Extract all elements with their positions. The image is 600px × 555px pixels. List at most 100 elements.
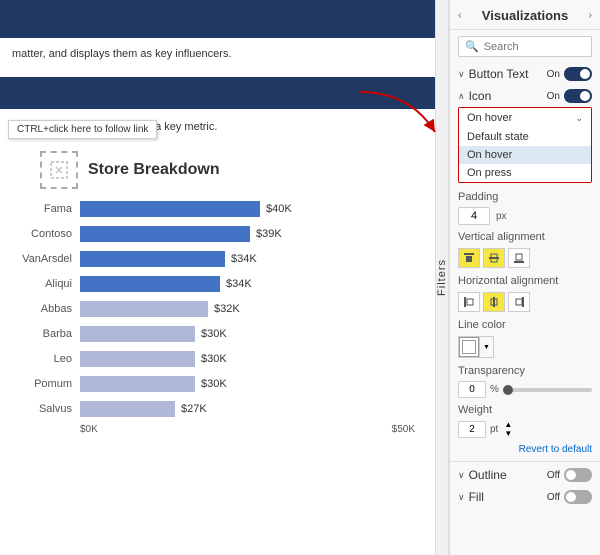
dropdown-option-hover[interactable]: On hover <box>459 146 591 164</box>
line-color-label: Line color <box>450 315 600 333</box>
dropdown-selected: On hover <box>467 112 512 124</box>
color-swatch[interactable] <box>459 337 479 357</box>
transparency-slider-track[interactable] <box>503 388 592 392</box>
text-area-1: matter, and displays them as key influen… <box>0 38 435 71</box>
outline-chevron: ∨ <box>458 470 465 481</box>
outline-toggle[interactable] <box>564 468 592 482</box>
align-middle-btn[interactable] <box>483 248 505 268</box>
bar-value: $39K <box>256 228 282 240</box>
align-top-btn[interactable] <box>458 248 480 268</box>
icon-section[interactable]: ∧ Icon On <box>450 85 600 107</box>
dropdown-arrow-icon: ⌄ <box>575 113 583 124</box>
dropdown-header[interactable]: On hover ⌄ <box>459 108 591 128</box>
weight-spinner[interactable]: ▲ ▼ <box>504 420 512 438</box>
icon-chevron: ∧ <box>458 91 465 102</box>
bar-container: $27K <box>80 401 415 417</box>
bar-value: $40K <box>266 203 292 215</box>
filters-tab[interactable]: Filters <box>435 0 449 555</box>
text1: matter, and displays them as key influen… <box>12 48 232 60</box>
fill-section[interactable]: ∨ Fill Off <box>450 486 600 508</box>
search-box[interactable]: 🔍 <box>458 36 592 57</box>
bar-row: Aliqui$34K <box>80 274 415 294</box>
right-panel: ‹ Visualizations › 🔍 ∨ Button Text On ∧ … <box>449 0 600 555</box>
bar-value: $30K <box>201 378 227 390</box>
color-btn-group[interactable]: ▼ <box>458 336 494 358</box>
visualizations-header: ‹ Visualizations › <box>450 0 600 30</box>
button-text-section[interactable]: ∨ Button Text On <box>450 63 600 85</box>
weight-down-icon[interactable]: ▼ <box>504 429 512 438</box>
bar-label: Fama <box>15 203 80 215</box>
tooltip-box[interactable]: CTRL+click here to follow link <box>8 120 157 139</box>
padding-row: px <box>450 205 600 227</box>
bar-value: $30K <box>201 353 227 365</box>
bar-fill <box>80 201 260 217</box>
fill-toggle[interactable] <box>564 490 592 504</box>
transparency-input[interactable] <box>458 381 486 398</box>
bar-row: VanArsdel$34K <box>80 249 415 269</box>
bar-label: Pomum <box>15 378 80 390</box>
bar-label: Leo <box>15 353 80 365</box>
bar-container: $40K <box>80 201 415 217</box>
bar-row: Barba$30K <box>80 324 415 344</box>
blue-bar-top <box>0 0 435 38</box>
axis-label-end: $50K <box>392 424 415 435</box>
bar-label: Abbas <box>15 303 80 315</box>
button-text-label: Button Text <box>469 67 547 81</box>
bar-value: $34K <box>226 278 252 290</box>
dropdown-option-default[interactable]: Default state <box>459 128 591 146</box>
padding-label: Padding <box>450 187 600 205</box>
fill-chevron: ∨ <box>458 492 465 503</box>
filters-label: Filters <box>436 259 448 296</box>
align-bottom-btn[interactable] <box>508 248 530 268</box>
bar-chart: Fama$40KContoso$39KVanArsdel$34KAliqui$3… <box>10 199 425 419</box>
transparency-unit: % <box>490 384 499 395</box>
bar-fill <box>80 326 195 342</box>
transparency-label: Transparency <box>450 361 600 379</box>
align-center-btn[interactable] <box>483 292 505 312</box>
bar-value: $30K <box>201 328 227 340</box>
chart-icon <box>40 151 78 189</box>
button-text-toggle[interactable] <box>564 67 592 81</box>
bar-container: $30K <box>80 376 415 392</box>
forward-chevron-icon[interactable]: › <box>589 10 592 21</box>
align-left-btn[interactable] <box>458 292 480 312</box>
icon-toggle-container: On <box>547 89 592 103</box>
align-right-btn[interactable] <box>508 292 530 312</box>
dropdown-option-press[interactable]: On press <box>459 164 591 182</box>
visualizations-title: Visualizations <box>482 8 568 23</box>
bar-row: Fama$40K <box>80 199 415 219</box>
vertical-alignment-label: Vertical alignment <box>450 227 600 245</box>
bar-label: Salvus <box>15 403 80 415</box>
search-icon: 🔍 <box>465 40 479 53</box>
chart-title-row: Store Breakdown <box>10 151 425 189</box>
icon-dropdown[interactable]: On hover ⌄ Default state On hover On pre… <box>458 107 592 183</box>
padding-input[interactable] <box>458 207 490 225</box>
bar-value: $34K <box>231 253 257 265</box>
outline-section[interactable]: ∨ Outline Off <box>450 464 600 486</box>
bar-value: $32K <box>214 303 240 315</box>
back-chevron-icon[interactable]: ‹ <box>458 10 461 21</box>
icon-toggle[interactable] <box>564 89 592 103</box>
bar-row: Contoso$39K <box>80 224 415 244</box>
bar-container: $30K <box>80 351 415 367</box>
bar-label: VanArsdel <box>15 253 80 265</box>
axis-row: $0K $50K <box>10 424 425 435</box>
weight-input[interactable] <box>458 421 486 438</box>
padding-unit: px <box>496 211 507 222</box>
weight-up-icon[interactable]: ▲ <box>504 420 512 429</box>
button-text-toggle-container: On <box>547 67 592 81</box>
bar-fill <box>80 401 175 417</box>
fill-label: Fill <box>469 490 547 504</box>
axis-label-start: $0K <box>80 424 98 435</box>
vertical-alignment-row <box>450 245 600 271</box>
color-dropdown-btn[interactable]: ▼ <box>479 337 493 357</box>
icon-label: Icon <box>469 89 547 103</box>
search-input[interactable] <box>484 41 585 53</box>
revert-row: Revert to default <box>450 440 600 459</box>
transparency-slider-thumb[interactable] <box>503 385 513 395</box>
divider-1 <box>450 461 600 462</box>
bar-container: $34K <box>80 251 415 267</box>
revert-link[interactable]: Revert to default <box>519 444 592 455</box>
blue-bar-mid <box>0 77 435 109</box>
bar-fill <box>80 301 208 317</box>
